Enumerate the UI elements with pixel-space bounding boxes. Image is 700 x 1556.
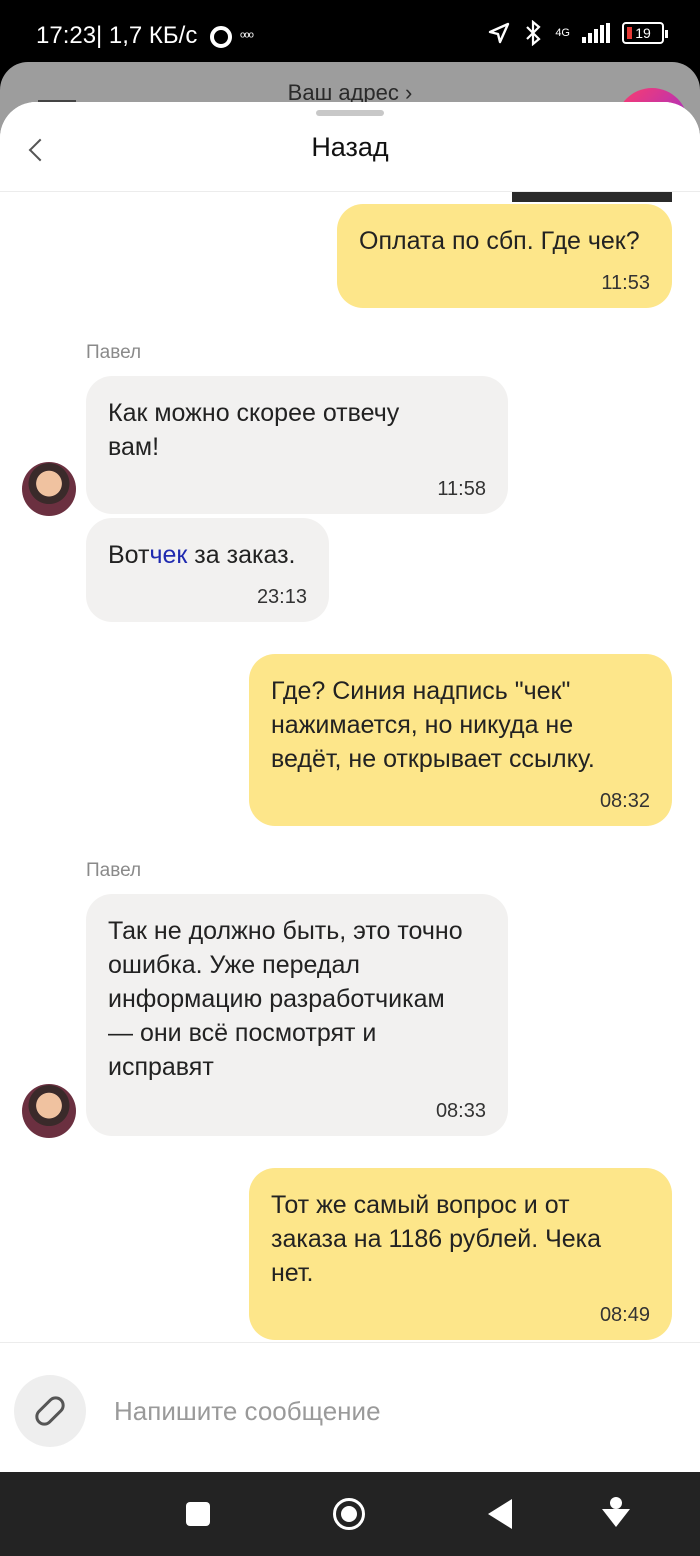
receipt-link[interactable]: чек bbox=[149, 541, 187, 569]
message-outgoing[interactable]: Тот же самый вопрос и от заказа на 1186 … bbox=[249, 1168, 672, 1340]
bluetooth-icon bbox=[526, 20, 541, 46]
previous-message-edge bbox=[512, 192, 672, 202]
message-text-after: за заказ. bbox=[187, 541, 296, 569]
home-button[interactable] bbox=[329, 1494, 369, 1534]
drag-handle[interactable] bbox=[316, 110, 384, 116]
message-input[interactable] bbox=[114, 1393, 674, 1429]
message-text: Так не должно быть, это точно ошибка. Уж… bbox=[108, 917, 463, 1081]
message-outgoing[interactable]: Где? Синия надпись "чек" нажимается, но … bbox=[249, 654, 672, 826]
agent-avatar[interactable] bbox=[22, 462, 76, 516]
agent-avatar[interactable] bbox=[22, 1084, 76, 1138]
location-icon bbox=[489, 22, 510, 44]
paperclip-icon bbox=[31, 1392, 69, 1430]
composer bbox=[0, 1342, 700, 1472]
message-outgoing[interactable]: Оплата по сбп. Где чек? 11:53 bbox=[337, 204, 672, 308]
battery-icon: 19 bbox=[622, 22, 668, 44]
header-title[interactable]: Назад bbox=[0, 132, 700, 163]
status-time: 17:23 bbox=[36, 22, 97, 49]
message-incoming[interactable]: Как можно скорее отвечу вам! 11:58 bbox=[86, 376, 508, 514]
status-small-icons: ᵒᵒᵒ bbox=[240, 28, 254, 44]
home-circle-icon bbox=[333, 1498, 365, 1530]
chat-sheet: Назад Оплата по сбп. Где чек? 11:53 Паве… bbox=[0, 102, 700, 1472]
status-right: 4G 19 bbox=[487, 20, 668, 46]
message-time: 08:49 bbox=[599, 1304, 650, 1326]
sync-icon bbox=[210, 26, 232, 48]
message-text: Тот же самый вопрос и от заказа на 1186 … bbox=[271, 1191, 602, 1287]
recents-button[interactable] bbox=[178, 1494, 218, 1534]
message-text-before: Вот bbox=[108, 541, 150, 569]
status-speed: | 1,7 КБ/с bbox=[96, 22, 198, 49]
message-time: 11:58 bbox=[437, 478, 486, 500]
square-icon bbox=[186, 1502, 210, 1526]
network-label: 4G bbox=[555, 27, 570, 39]
accessibility-icon bbox=[599, 1497, 633, 1531]
message-time: 08:32 bbox=[599, 790, 650, 812]
message-time: 11:53 bbox=[601, 272, 650, 294]
system-nav-bar bbox=[0, 1472, 700, 1556]
message-list[interactable]: Оплата по сбп. Где чек? 11:53 Павел Как … bbox=[0, 192, 700, 1342]
accessibility-button[interactable] bbox=[596, 1494, 636, 1534]
chat-header: Назад bbox=[0, 102, 700, 192]
sender-name: Павел bbox=[86, 342, 142, 363]
message-text: Оплата по сбп. Где чек? bbox=[359, 227, 640, 255]
message-incoming[interactable]: Вотчек за заказ. 23:13 bbox=[86, 518, 329, 622]
sender-name: Павел bbox=[86, 860, 142, 881]
battery-level: 19 bbox=[635, 25, 651, 41]
message-incoming[interactable]: Так не должно быть, это точно ошибка. Уж… bbox=[86, 894, 508, 1136]
message-text: Вотчек за заказ. bbox=[86, 518, 329, 572]
attach-button[interactable] bbox=[14, 1375, 86, 1447]
message-time: 08:33 bbox=[435, 1100, 486, 1122]
status-bar: 17:23 | 1,7 КБ/с ᵒᵒᵒ 4G 19 bbox=[0, 0, 700, 70]
back-triangle-icon bbox=[488, 1499, 512, 1529]
signal-icon bbox=[582, 23, 610, 43]
message-text: Где? Синия надпись "чек" нажимается, но … bbox=[271, 677, 595, 773]
back-nav-button[interactable] bbox=[480, 1494, 520, 1534]
message-time: 23:13 bbox=[256, 586, 307, 608]
message-text: Как можно скорее отвечу вам! bbox=[108, 399, 400, 461]
